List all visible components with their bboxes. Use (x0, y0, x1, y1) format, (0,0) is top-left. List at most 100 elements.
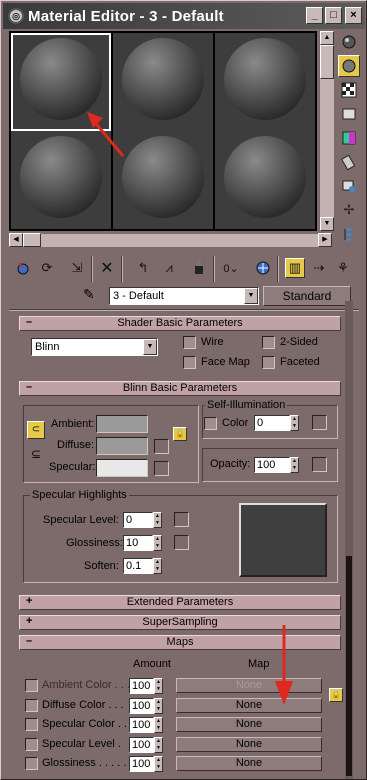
map-enable-checkbox[interactable] (25, 738, 38, 751)
spinner-arrows-icon[interactable]: ▲ ▼ (153, 535, 162, 551)
rollout-shader-basic-header[interactable]: – Shader Basic Parameters (19, 316, 341, 331)
diffuse-color-swatch[interactable] (96, 437, 148, 455)
options-icon[interactable] (338, 175, 360, 197)
map-enable-checkbox[interactable] (25, 679, 38, 692)
map-amount-field[interactable]: 100 (129, 756, 154, 772)
specular-map-button[interactable] (154, 461, 169, 476)
get-material-icon[interactable] (13, 258, 33, 278)
opacity-value-field[interactable]: 100 (254, 457, 290, 473)
spinner-arrows-icon[interactable]: ▲ ▼ (154, 756, 163, 772)
scroll-left-icon[interactable]: ◀ (9, 233, 23, 247)
spinner-arrows-icon[interactable]: ▲ ▼ (154, 737, 163, 753)
soften-field[interactable]: 0.1 (123, 558, 153, 574)
spinner-arrows-icon[interactable]: ▲ ▼ (154, 717, 163, 733)
map-amount-field[interactable]: 100 (129, 717, 154, 733)
sample-slot-6[interactable] (215, 131, 315, 229)
self-illum-color-checkbox[interactable] (204, 417, 217, 430)
select-by-material-icon[interactable]: ✢ (338, 199, 360, 221)
h-scroll-thumb[interactable] (23, 233, 41, 247)
rollout-blinn-basic-header[interactable]: – Blinn Basic Parameters (19, 381, 341, 396)
lock-ambient-diffuse-icon[interactable]: ⊂ (27, 421, 45, 439)
map-amount-field[interactable]: 100 (129, 698, 154, 714)
slots-vertical-scrollbar[interactable]: ▲ ▼ (320, 31, 334, 231)
video-color-check-icon[interactable] (338, 127, 360, 149)
map-amount-field[interactable]: 100 (129, 737, 154, 753)
map-enable-checkbox[interactable] (25, 699, 38, 712)
dropdown-arrow-icon[interactable]: ▼ (143, 339, 157, 355)
backlight-icon[interactable] (338, 55, 360, 77)
lock-diffuse-specular-icon[interactable]: ⊆ (27, 447, 45, 465)
panel-scroll-thumb[interactable] (346, 556, 352, 776)
rollout-toggle: + (26, 595, 33, 607)
sample-uv-tiling-icon[interactable] (338, 103, 360, 125)
scroll-right-icon[interactable]: ▶ (318, 233, 332, 247)
face-map-label: Face Map (201, 356, 250, 368)
dropdown-arrow-icon[interactable]: ▼ (244, 288, 258, 304)
reset-map-icon[interactable]: ✕ (97, 258, 117, 278)
glossiness-map-button[interactable] (174, 535, 189, 550)
material-editor-window: ◎ Material Editor - 3 - Default _ □ × ▲ … (0, 0, 367, 780)
minimize-button[interactable]: _ (306, 7, 323, 24)
material-name-field[interactable]: 3 - Default ▼ (109, 287, 259, 305)
diffuse-map-button[interactable] (154, 439, 169, 454)
self-illum-color-label: Color (222, 417, 249, 429)
map-slot-button[interactable]: None (176, 717, 322, 732)
spinner-arrows-icon[interactable]: ▲ ▼ (154, 678, 163, 694)
close-button[interactable]: × (345, 7, 362, 24)
face-map-checkbox[interactable] (183, 356, 196, 369)
spinner-arrows-icon[interactable]: ▲ ▼ (290, 457, 299, 473)
eyedropper-icon[interactable]: ✎ (83, 286, 103, 304)
make-preview-icon[interactable] (338, 151, 360, 173)
go-forward-to-sibling-icon[interactable]: ⇢ (309, 258, 329, 278)
put-to-library-icon[interactable]: ⩘ (159, 258, 179, 278)
ambient-color-swatch[interactable] (96, 415, 148, 433)
self-illum-value-field[interactable]: 0 (254, 415, 290, 431)
pick-material-icon[interactable]: ⚘ (333, 258, 353, 278)
go-to-parent-icon[interactable]: ▥ (285, 258, 305, 278)
wire-checkbox[interactable] (183, 336, 196, 349)
map-slot-button[interactable]: None (176, 737, 322, 752)
map-enable-checkbox[interactable] (25, 757, 38, 770)
make-unique-icon[interactable]: ↰ (133, 258, 153, 278)
faceted-checkbox[interactable] (262, 356, 275, 369)
opacity-map-button[interactable] (312, 457, 327, 472)
map-lock-icon[interactable]: 🔒 (329, 688, 343, 702)
show-map-in-viewport-icon[interactable]: 0⌄ (221, 258, 241, 278)
two-sided-checkbox[interactable] (262, 336, 275, 349)
rollout-extended-header[interactable]: + Extended Parameters (19, 595, 341, 610)
material-map-navigator-icon[interactable] (338, 223, 360, 245)
scroll-down-icon[interactable]: ▼ (320, 217, 334, 231)
background-checker-icon[interactable] (338, 79, 360, 101)
specular-level-field[interactable]: 0 (123, 512, 153, 528)
spinner-arrows-icon[interactable]: ▲ ▼ (153, 558, 162, 574)
lock-icon[interactable]: 🔒 (173, 427, 187, 441)
self-illum-map-button[interactable] (312, 415, 327, 430)
sample-type-icon[interactable] (338, 31, 360, 53)
glossiness-field[interactable]: 10 (123, 535, 153, 551)
assign-material-icon[interactable]: ⇲ (67, 258, 87, 278)
maximize-button[interactable]: □ (325, 7, 342, 24)
specular-level-map-button[interactable] (174, 512, 189, 527)
title-bar[interactable]: ◎ Material Editor - 3 - Default _ □ × (3, 3, 365, 29)
material-effects-channel-icon[interactable] (189, 258, 209, 278)
specular-color-swatch[interactable] (96, 459, 148, 477)
panel-scrollbar[interactable] (345, 301, 353, 779)
spinner-arrows-icon[interactable]: ▲ ▼ (154, 698, 163, 714)
map-enable-checkbox[interactable] (25, 718, 38, 731)
map-slot-button[interactable]: None (176, 698, 322, 713)
show-end-result-icon[interactable] (253, 258, 273, 278)
map-slot-button[interactable]: None (176, 756, 322, 771)
map-slot-button[interactable]: None (176, 678, 322, 693)
spinner-arrows-icon[interactable]: ▲ ▼ (290, 415, 299, 431)
material-type-button[interactable]: Standard (263, 286, 351, 306)
sample-slot-3[interactable] (215, 33, 315, 131)
scroll-up-icon[interactable]: ▲ (320, 31, 334, 45)
slots-horizontal-scrollbar[interactable]: ◀ ▶ (9, 233, 332, 247)
spinner-arrows-icon[interactable]: ▲ ▼ (153, 512, 162, 528)
map-amount-field[interactable]: 100 (129, 678, 154, 694)
scroll-thumb[interactable] (320, 45, 334, 79)
put-material-to-scene-icon[interactable]: ⟳ (37, 258, 57, 278)
annotation-arrow-down-icon (275, 625, 293, 705)
shader-type-select[interactable]: Blinn ▼ (31, 338, 158, 356)
faceted-label: Faceted (280, 356, 320, 368)
